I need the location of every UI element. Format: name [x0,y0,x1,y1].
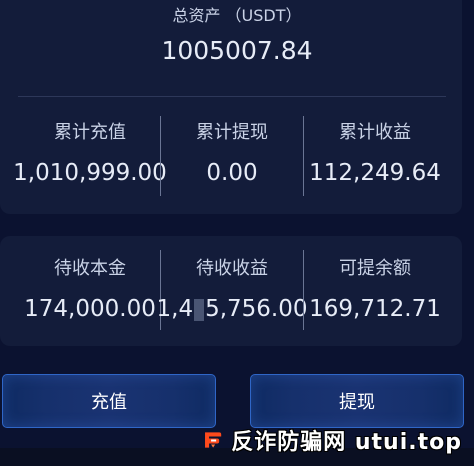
stat-label: 待收本金 [54,258,126,279]
redaction-mark [194,298,205,321]
divider [18,96,446,97]
stat-value: 174,000.00 [24,296,156,322]
total-assets-label: 总资产 （USDT） [172,6,302,25]
stat-total-withdraw: 累计提现 0.00 [152,118,312,186]
stat-value: 112,249.64 [309,160,441,186]
stat-label: 累计提现 [196,122,268,143]
stat-available-balance: 可提余额 169,712.71 [295,254,455,322]
stat-value: 0.00 [206,160,258,186]
stat-total-income: 累计收益 112,249.64 [295,118,455,186]
brand-logo-icon [205,432,222,448]
watermark: 反诈防骗网 utui.top [202,420,462,460]
recharge-button[interactable]: 充值 [2,374,216,428]
stat-label: 待收收益 [196,258,268,279]
stat-label: 累计充值 [54,122,126,143]
stat-label: 可提余额 [339,258,411,279]
stat-pending-income: 待收收益 1,4 5,756.00 [152,254,312,322]
stat-pending-principal: 待收本金 174,000.00 [10,254,170,322]
watermark-text: 反诈防骗网 utui.top [231,430,462,455]
stat-value: 1,4 5,756.00 [152,296,312,322]
stat-label: 累计收益 [339,122,411,143]
value-part: 1,4 [156,296,194,322]
stat-value: 1,010,999.00 [13,160,167,186]
value-part: 5,756.00 [205,296,308,322]
stat-total-recharge: 累计充值 1,010,999.00 [10,118,170,186]
stat-value: 169,712.71 [309,296,441,322]
total-assets-value: 1005007.84 [161,36,313,65]
